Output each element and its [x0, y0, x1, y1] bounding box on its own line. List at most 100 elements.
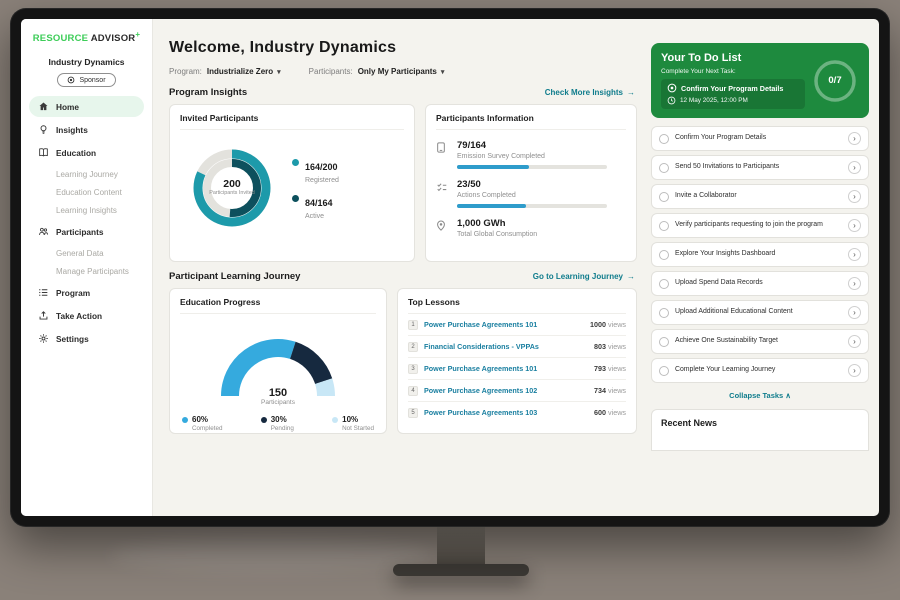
top-lessons-card: Top Lessons 1 Power Purchase Agreements … [397, 288, 637, 434]
arrow-right-icon: → [627, 272, 635, 281]
sidebar-item-take-action[interactable]: Take Action [29, 305, 144, 326]
go-to-learning-journey-link[interactable]: Go to Learning Journey → [533, 272, 635, 281]
lesson-link[interactable]: Power Purchase Agreements 103 [424, 408, 537, 417]
sidebar-item-label: Participants [56, 227, 104, 237]
task-checkbox[interactable] [659, 366, 669, 376]
lesson-link[interactable]: Power Purchase Agreements 102 [424, 386, 537, 395]
chevron-right-icon[interactable]: › [848, 335, 861, 348]
sponsor-label: Sponsor [79, 77, 105, 84]
sidebar-item-insights[interactable]: Insights [29, 119, 144, 140]
chevron-right-icon[interactable]: › [848, 219, 861, 232]
monitor-bezel: RESOURCE ADVISOR+ Industry Dynamics Spon… [10, 8, 890, 527]
chevron-right-icon[interactable]: › [848, 161, 861, 174]
lesson-link[interactable]: Power Purchase Agreements 101 [424, 320, 537, 329]
link-label: Check More Insights [545, 88, 623, 97]
monitor-screen: RESOURCE ADVISOR+ Industry Dynamics Spon… [21, 19, 879, 516]
education-gauge-chart: 150 Participants [203, 318, 353, 406]
task-checkbox[interactable] [659, 221, 669, 231]
info-value: 79/164 [457, 140, 607, 151]
task-checkbox[interactable] [659, 163, 669, 173]
monitor-stand-neck [437, 520, 485, 568]
task-checkbox[interactable] [659, 250, 669, 260]
donut-legend: 164/200 Registered 84/164 Active [292, 148, 339, 229]
sidebar-item-label: Education [56, 148, 96, 158]
legend-label: Active [305, 213, 333, 220]
legend-label: Pending [271, 425, 294, 432]
next-task-due: 12 May 2025, 12:00 PM [680, 97, 748, 104]
task-checkbox[interactable] [659, 337, 669, 347]
info-value: 23/50 [457, 179, 607, 190]
chevron-right-icon[interactable]: › [848, 306, 861, 319]
task-label: Upload Additional Educational Content [675, 308, 842, 317]
program-filter-label: Program: [169, 67, 202, 76]
views-suffix: views [608, 342, 626, 351]
sidebar-item-participants[interactable]: Participants [29, 221, 144, 242]
views-suffix: views [608, 386, 626, 395]
views-suffix: views [608, 364, 626, 373]
sidebar-item-home[interactable]: Home [29, 96, 144, 117]
task-row[interactable]: Upload Additional Educational Content › [651, 300, 869, 325]
sidebar-item-manage-participants[interactable]: Manage Participants [29, 262, 144, 280]
sidebar-item-settings[interactable]: Settings [29, 328, 144, 349]
survey-icon [436, 140, 449, 169]
lesson-link[interactable]: Power Purchase Agreements 101 [424, 364, 537, 373]
info-row-emission-survey: 79/164 Emission Survey Completed [436, 140, 626, 169]
chevron-right-icon[interactable]: › [848, 190, 861, 203]
task-checkbox[interactable] [659, 279, 669, 289]
task-row[interactable]: Explore Your Insights Dashboard › [651, 242, 869, 267]
collapse-tasks-link[interactable]: Collapse Tasks ∧ [651, 391, 869, 400]
task-row[interactable]: Invite a Collaborator › [651, 184, 869, 209]
program-filter-value: Industrialize Zero [207, 67, 273, 76]
logo-plus: + [135, 30, 140, 39]
sidebar-item-learning-insights[interactable]: Learning Insights [29, 201, 144, 219]
task-label: Confirm Your Program Details [675, 134, 842, 143]
sidebar-item-general-data[interactable]: General Data [29, 244, 144, 262]
chevron-down-icon: ▾ [441, 68, 445, 76]
task-label: Complete Your Learning Journey [675, 366, 842, 375]
desk-reflection [110, 538, 430, 572]
card-title: Invited Participants [180, 113, 404, 130]
check-more-insights-link[interactable]: Check More Insights → [545, 88, 635, 97]
sidebar-item-education[interactable]: Education [29, 142, 144, 163]
task-list: Confirm Your Program Details › Send 50 I… [651, 126, 869, 383]
card-title: Participants Information [436, 113, 626, 130]
sponsor-icon [67, 76, 75, 84]
task-row[interactable]: Achieve One Sustainability Target › [651, 329, 869, 354]
program-filter[interactable]: Program: Industrialize Zero ▾ [169, 67, 281, 76]
task-checkbox[interactable] [659, 134, 669, 144]
home-icon [38, 101, 50, 112]
sidebar-item-learning-journey[interactable]: Learning Journey [29, 165, 144, 183]
donut-center-label: Participants Invited [209, 190, 255, 197]
task-row[interactable]: Upload Spend Data Records › [651, 271, 869, 296]
lesson-row: 3 Power Purchase Agreements 101 793views [408, 358, 626, 380]
task-row[interactable]: Complete Your Learning Journey › [651, 358, 869, 383]
sidebar-item-program[interactable]: Program [29, 282, 144, 303]
participants-filter[interactable]: Participants: Only My Participants ▾ [309, 67, 445, 76]
views-count: 793 [594, 364, 606, 373]
task-row[interactable]: Verify participants requesting to join t… [651, 213, 869, 238]
task-checkbox[interactable] [659, 308, 669, 318]
participants-information-card: Participants Information 79/164 Emission… [425, 104, 637, 262]
chevron-right-icon[interactable]: › [848, 277, 861, 290]
rank-badge: 4 [408, 386, 418, 396]
invited-donut-chart: 200 Participants Invited [180, 136, 284, 240]
card-title: Top Lessons [408, 297, 626, 314]
lesson-link[interactable]: Financial Considerations - VPPAs [424, 342, 539, 351]
legend-pct: 30% [271, 415, 294, 424]
task-row[interactable]: Confirm Your Program Details › [651, 126, 869, 151]
chevron-right-icon[interactable]: › [848, 132, 861, 145]
task-row[interactable]: Send 50 Invitations to Participants › [651, 155, 869, 180]
chevron-right-icon[interactable]: › [848, 364, 861, 377]
pending-dot-icon [261, 417, 267, 423]
views-suffix: views [608, 320, 626, 329]
info-label: Total Global Consumption [457, 231, 537, 238]
sidebar-item-education-content[interactable]: Education Content [29, 183, 144, 201]
task-checkbox[interactable] [659, 192, 669, 202]
legend-label: Not Started [342, 425, 374, 432]
education-icon [38, 147, 50, 158]
gauge-center-value: 150 [203, 387, 353, 399]
donut-center-value: 200 [223, 178, 241, 190]
legend-item-active: 84/164 Active [292, 193, 339, 220]
sponsor-badge: Sponsor [57, 73, 115, 87]
chevron-right-icon[interactable]: › [848, 248, 861, 261]
